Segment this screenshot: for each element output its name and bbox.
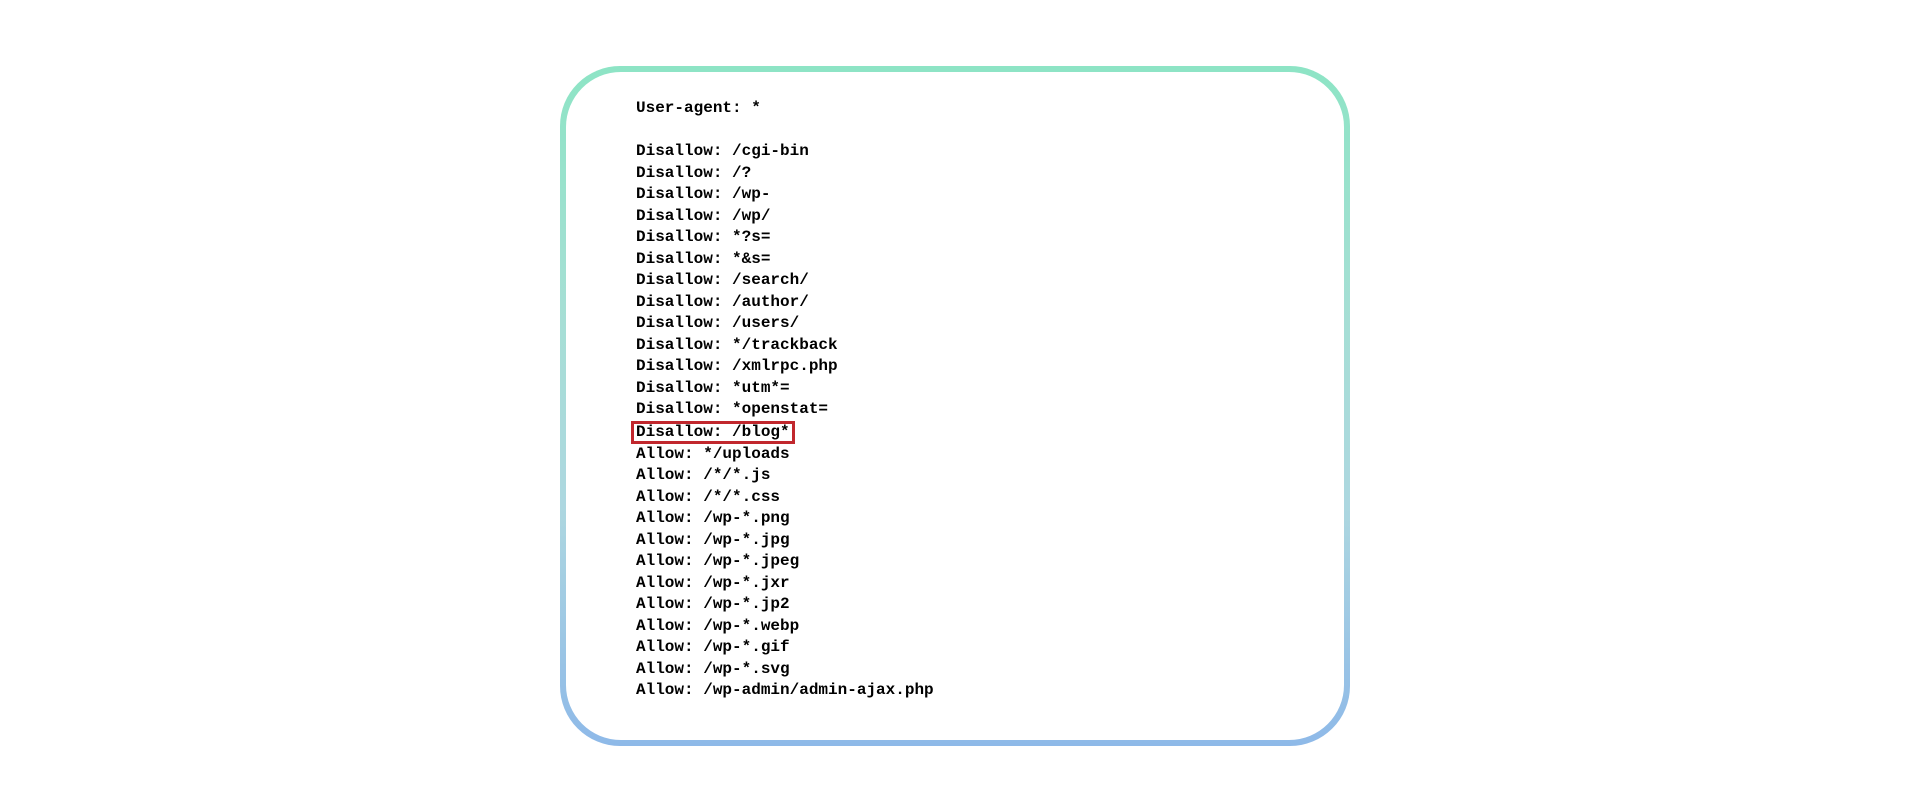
robots-line: Disallow: *utm*= bbox=[636, 378, 1284, 400]
robots-line: Allow: /wp-*.jxr bbox=[636, 573, 1284, 595]
robots-line: Allow: /wp-*.png bbox=[636, 508, 1284, 530]
robots-line: Disallow: /xmlrpc.php bbox=[636, 356, 1284, 378]
robots-line: Disallow: /? bbox=[636, 163, 1284, 185]
gradient-card: User-agent: * Disallow: /cgi-bin Disallo… bbox=[560, 66, 1350, 746]
robots-line: User-agent: * bbox=[636, 98, 1284, 120]
robots-line: Disallow: /search/ bbox=[636, 270, 1284, 292]
robots-line: Allow: /wp-*.jpeg bbox=[636, 551, 1284, 573]
robots-line: Disallow: *openstat= bbox=[636, 399, 1284, 421]
robots-line: Allow: */uploads bbox=[636, 444, 1284, 466]
highlight-box: Disallow: /blog* bbox=[631, 421, 795, 444]
robots-txt-panel: User-agent: * Disallow: /cgi-bin Disallo… bbox=[566, 72, 1344, 740]
robots-line: Allow: /wp-*.webp bbox=[636, 616, 1284, 638]
robots-line: Disallow: *?s= bbox=[636, 227, 1284, 249]
robots-line: Disallow: /users/ bbox=[636, 313, 1284, 335]
robots-line: Allow: /wp-*.gif bbox=[636, 637, 1284, 659]
robots-line: Allow: /wp-admin/admin-ajax.php bbox=[636, 680, 1284, 702]
robots-line: Disallow: /author/ bbox=[636, 292, 1284, 314]
robots-line: Disallow: /wp- bbox=[636, 184, 1284, 206]
robots-line: Disallow: /cgi-bin bbox=[636, 141, 1284, 163]
robots-line: Allow: /wp-*.jpg bbox=[636, 530, 1284, 552]
robots-line: Disallow: /wp/ bbox=[636, 206, 1284, 228]
robots-line: Allow: /*/*.css bbox=[636, 487, 1284, 509]
robots-line: Allow: /wp-*.jp2 bbox=[636, 594, 1284, 616]
robots-line: Allow: /wp-*.svg bbox=[636, 659, 1284, 681]
robots-line: Allow: /*/*.js bbox=[636, 465, 1284, 487]
robots-blank-line bbox=[636, 120, 1284, 142]
robots-line: Disallow: *&s= bbox=[636, 249, 1284, 271]
robots-line-highlighted: Disallow: /blog* bbox=[636, 421, 1284, 444]
robots-line: Disallow: */trackback bbox=[636, 335, 1284, 357]
